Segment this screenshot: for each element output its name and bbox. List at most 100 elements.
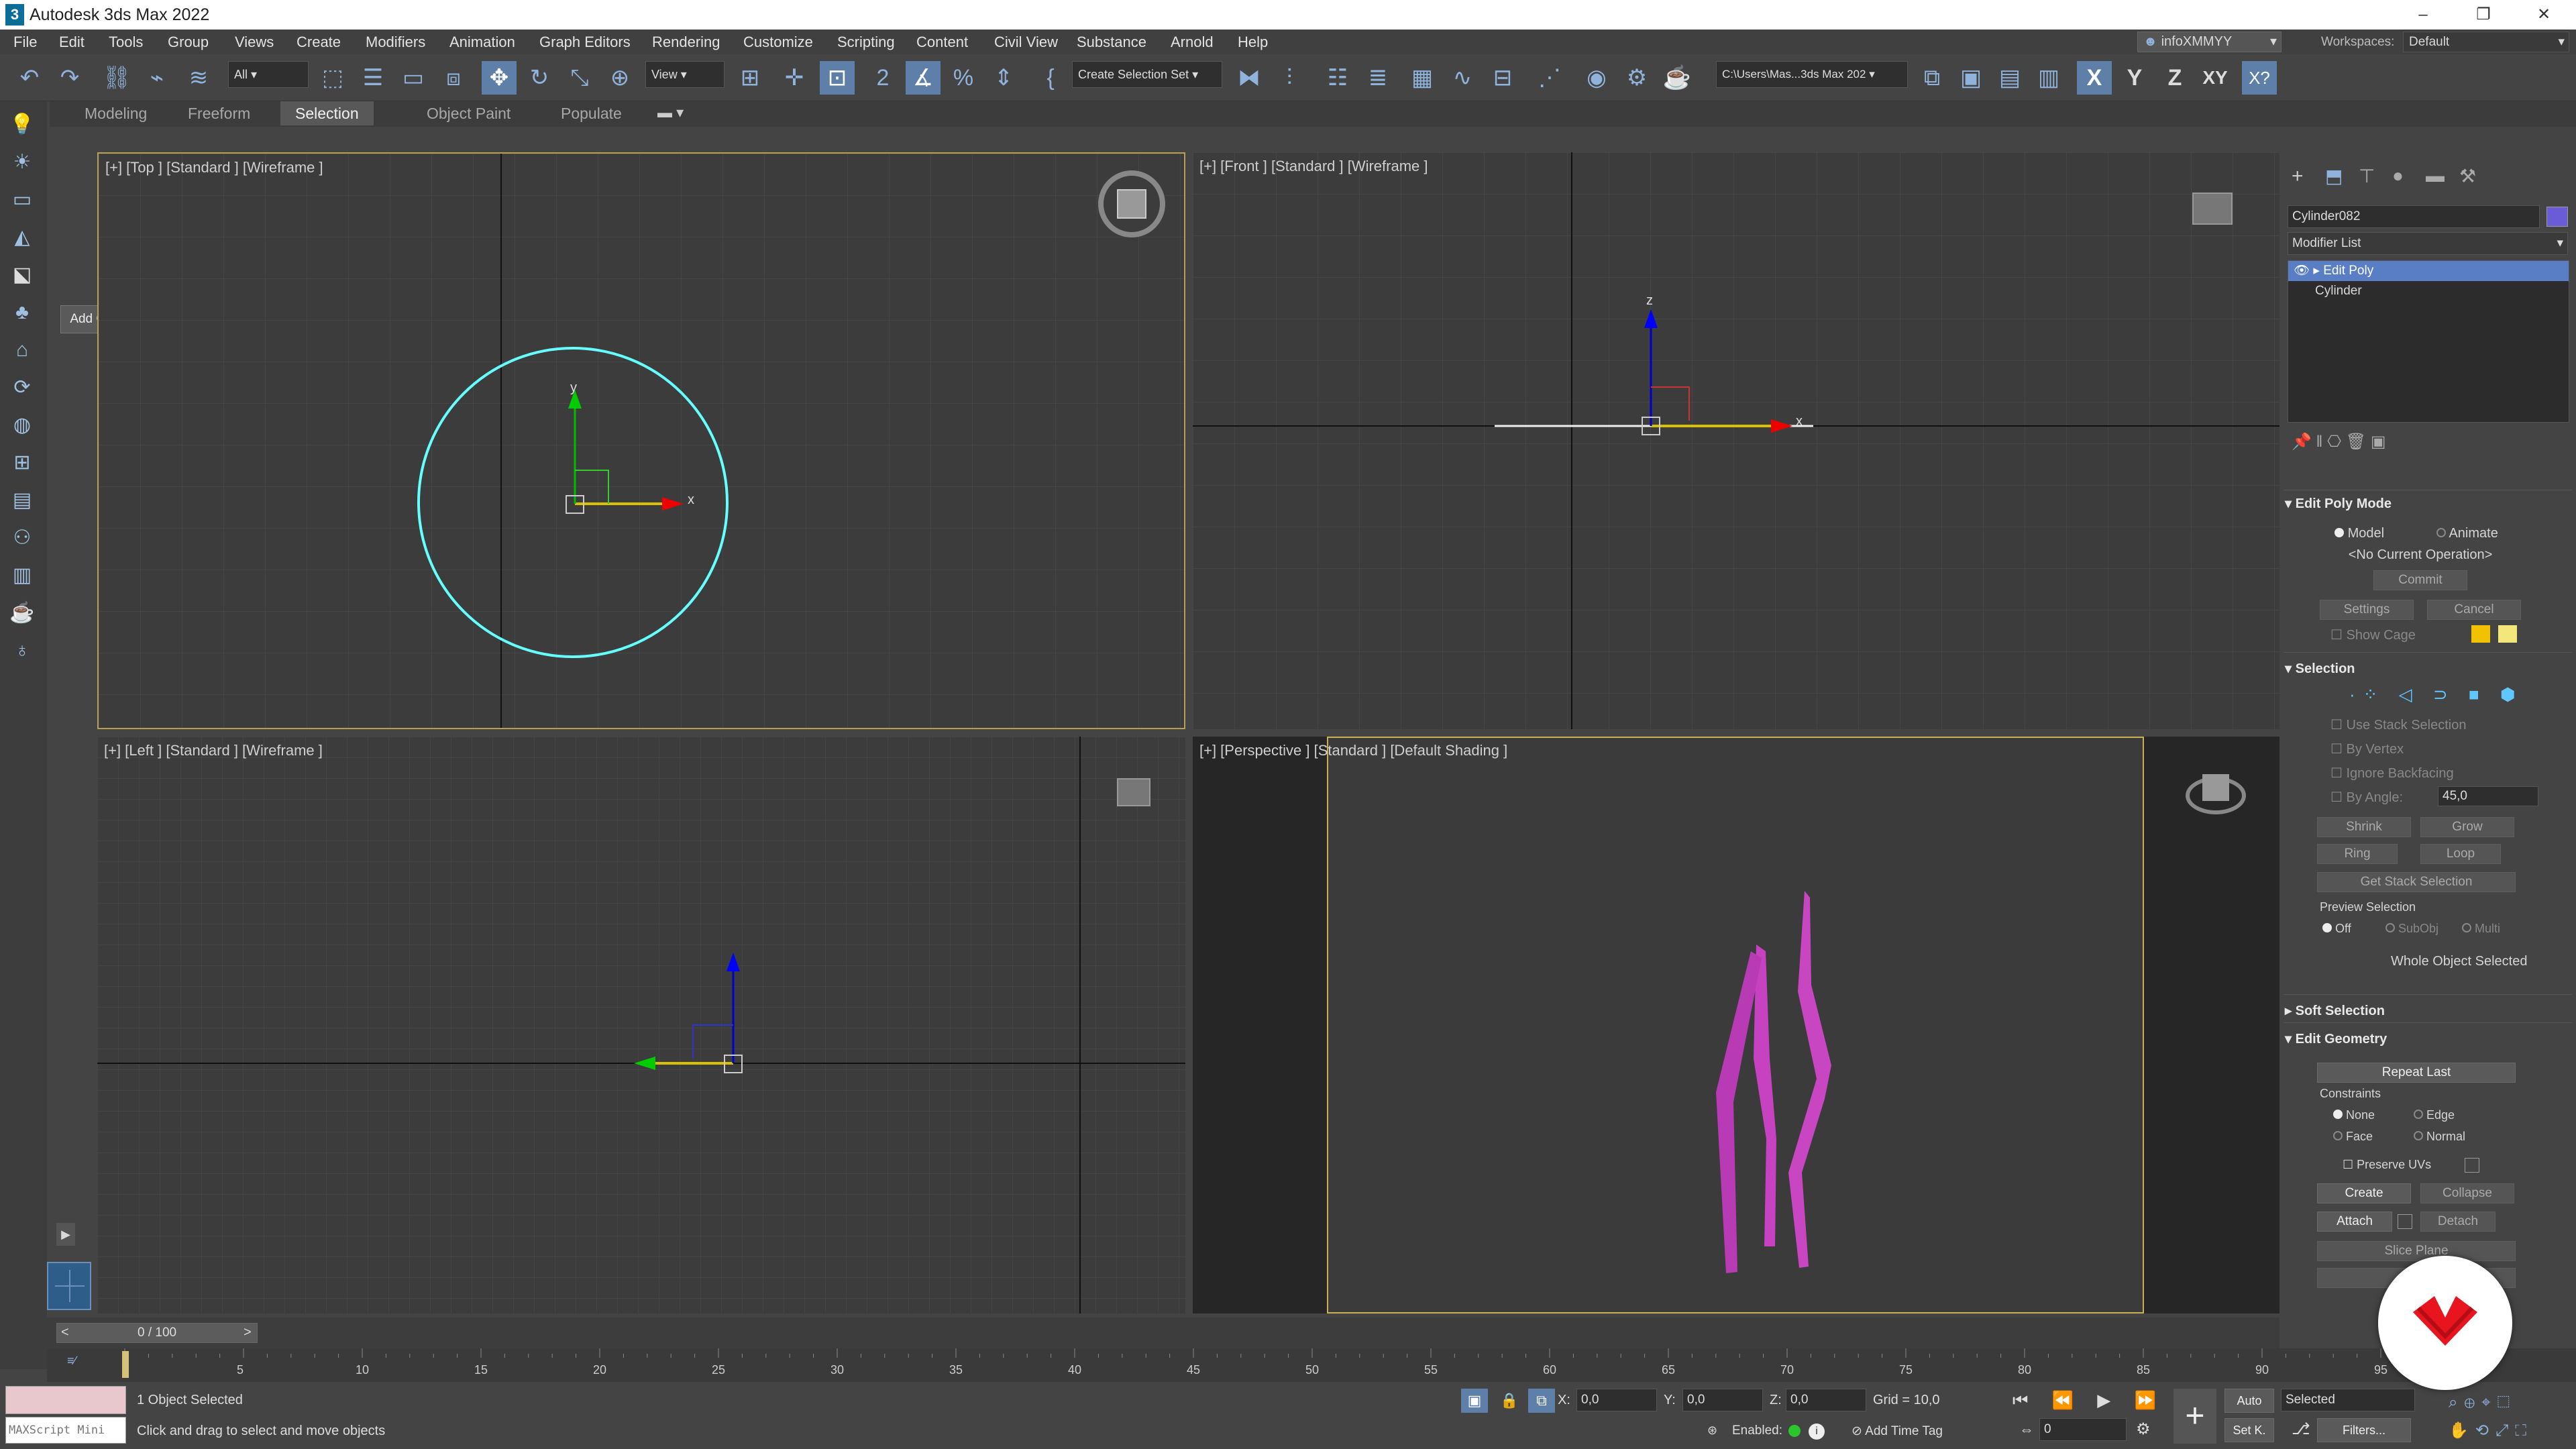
viewcube-compass-icon[interactable] — [1098, 170, 1165, 237]
viewcube-left-icon[interactable] — [1117, 778, 1150, 806]
selection-filter-dropdown[interactable]: All ▾ — [228, 61, 309, 88]
viewport-perspective-label[interactable]: [+] [Perspective ] [Standard ] [Default … — [1199, 742, 1507, 759]
constraint-none-radio[interactable]: None — [2333, 1108, 2375, 1122]
camera-icon[interactable]: ▭ — [8, 186, 36, 214]
select-manipulate-icon[interactable]: ✛ — [777, 61, 812, 95]
absolute-mode-icon[interactable]: ⧉ — [1528, 1389, 1555, 1413]
soft-selection-header[interactable]: ▸ Soft Selection — [2285, 1002, 2385, 1019]
selection-set-dropdown[interactable]: Create Selection Set ▾ — [1072, 61, 1222, 88]
preserve-uvs-settings-icon[interactable] — [2465, 1158, 2479, 1173]
filters-button[interactable]: Filters... — [2317, 1418, 2411, 1442]
layer-explorer-icon[interactable]: ≣ — [1360, 61, 1395, 95]
layout-icon[interactable]: ▥ — [8, 561, 36, 590]
y-coord-input[interactable]: 0,0 — [1682, 1389, 1763, 1411]
enabled-indicator-icon[interactable] — [1788, 1425, 1801, 1437]
menu-rendering[interactable]: Rendering — [652, 30, 720, 54]
selection-header[interactable]: ▾ Selection — [2285, 660, 2355, 677]
model-radio[interactable]: Model — [2334, 526, 2384, 541]
menu-edit[interactable]: Edit — [59, 30, 85, 54]
menu-tools[interactable]: Tools — [109, 30, 143, 54]
window-crossing-icon[interactable]: ⧈ — [436, 61, 471, 95]
grow-button[interactable]: Grow — [2420, 817, 2514, 837]
tab-object-paint[interactable]: Object Paint — [412, 101, 525, 125]
place-icon[interactable]: ⊕ — [602, 61, 637, 95]
set-key-button[interactable]: Set K. — [2224, 1418, 2274, 1442]
menu-content[interactable]: Content — [916, 30, 968, 54]
by-angle-checkbox[interactable]: ☐ By Angle: — [2330, 789, 2403, 806]
pin-stack-icon[interactable]: 📌 ‖ ⎔ 🗑 ▣ — [2292, 432, 2386, 451]
viewport-left-label[interactable]: [+] [Left ] [Standard ] [Wireframe ] — [104, 742, 323, 759]
edit-named-sets-icon[interactable]: { — [1033, 61, 1068, 95]
spotlight-icon[interactable]: ◭ — [8, 223, 36, 252]
use-stack-selection-checkbox[interactable]: ☐ Use Stack Selection — [2330, 716, 2466, 733]
repeat-last-button[interactable]: Repeat Last — [2317, 1063, 2516, 1083]
viewport-perspective[interactable]: [+] [Perspective ] [Standard ] [Default … — [1193, 737, 2279, 1313]
cproxy-icon[interactable]: ⬕ — [8, 261, 36, 289]
cancel-button[interactable]: Cancel — [2427, 600, 2521, 620]
toggle-ribbon-icon[interactable]: ▦ — [1405, 61, 1440, 95]
subobject-level-icons[interactable]: ·⁘ ◁ ⊃ ■ ⬢ — [2349, 684, 2524, 705]
object-name-field[interactable]: Cylinder082 — [2288, 205, 2540, 228]
panel-icon[interactable]: ▤ — [8, 486, 36, 515]
preview-off-radio[interactable]: Off — [2322, 922, 2351, 936]
object-color-swatch[interactable] — [2546, 207, 2568, 227]
constraint-face-radio[interactable]: Face — [2333, 1130, 2373, 1144]
axis-y-button[interactable]: Y — [2117, 61, 2152, 95]
account-dropdown[interactable]: ☻ infoXMMYY ▾ — [2137, 32, 2282, 52]
cage-color-swatch[interactable] — [2471, 625, 2490, 643]
group-icon[interactable]: ⚇ — [8, 524, 36, 552]
sphere-icon[interactable]: ◍ — [8, 411, 36, 439]
x-coord-input[interactable]: 0,0 — [1576, 1389, 1657, 1411]
project-folder-icon[interactable]: ⧉ — [1915, 61, 1949, 95]
scatter-icon[interactable]: ⌂ — [8, 336, 36, 364]
mini-curve-icon[interactable]: ≡∕ — [67, 1354, 76, 1368]
bind-spacewarp-icon[interactable]: ≋ — [181, 61, 216, 95]
slider-next-icon[interactable]: > — [244, 1325, 252, 1340]
edit-poly-mode-header[interactable]: ▾ Edit Poly Mode — [2285, 495, 2392, 512]
move-icon[interactable]: ✥ — [482, 61, 517, 95]
select-by-name-icon[interactable]: ☰ — [356, 61, 390, 95]
get-stack-selection-button[interactable]: Get Stack Selection — [2317, 872, 2516, 892]
create-button[interactable]: Create — [2317, 1183, 2411, 1203]
modify-tab-icon[interactable]: ⬒ — [2325, 165, 2343, 187]
ref-coord-dropdown[interactable]: View ▾ — [645, 61, 724, 88]
add-time-tag[interactable]: ⊘ Add Time Tag — [1851, 1424, 1943, 1439]
time-config-icon[interactable]: ⚙ — [2136, 1419, 2151, 1439]
set-key-big-icon[interactable]: + — [2174, 1389, 2216, 1444]
slider-prev-icon[interactable]: < — [61, 1325, 69, 1340]
maximize-button[interactable]: ❐ — [2462, 0, 2505, 30]
modifier-list-dropdown[interactable]: Modifier List ▾ — [2288, 232, 2568, 255]
utilities-tab-icon[interactable]: ⚒ — [2459, 165, 2476, 187]
select-object-icon[interactable]: ⬚ — [315, 61, 350, 95]
viewcube-perspective-icon[interactable] — [2186, 774, 2246, 814]
key-filters-icon[interactable]: ⎇ — [2292, 1419, 2310, 1439]
key-mode-toggle-icon[interactable]: ⇔ — [2019, 1421, 2034, 1438]
tree-icon[interactable]: ♣ — [8, 299, 36, 327]
render-icon[interactable]: ☕ — [1660, 61, 1695, 95]
settings-button[interactable]: Settings — [2320, 600, 2414, 620]
dope-sheet-icon[interactable]: ⊟ — [1485, 61, 1520, 95]
animate-radio[interactable]: Animate — [2436, 526, 2498, 541]
ignore-backfacing-checkbox[interactable]: ☐ Ignore Backfacing — [2330, 765, 2454, 782]
ribbon-options-icon[interactable]: ▬ ▾ — [657, 104, 684, 121]
axis-x-button[interactable]: X — [2077, 61, 2112, 95]
material-editor-icon[interactable]: ◉ — [1579, 61, 1614, 95]
snaps-toggle-icon[interactable]: 2 — [865, 61, 900, 95]
display-tab-icon[interactable]: ▬ — [2426, 165, 2445, 186]
axis-constraint-toggle-icon[interactable]: X? — [2242, 61, 2277, 95]
expand-triangle-icon[interactable]: ▸ — [2313, 264, 2320, 278]
current-frame-input[interactable]: 0 — [2039, 1418, 2127, 1441]
constraint-normal-radio[interactable]: Normal — [2414, 1130, 2465, 1144]
constraint-edge-radio[interactable]: Edge — [2414, 1108, 2455, 1122]
detach-button[interactable]: Detach — [2420, 1212, 2496, 1232]
isolate-selection-icon[interactable]: ▣ — [1461, 1389, 1488, 1413]
time-cursor[interactable] — [122, 1351, 129, 1378]
menu-substance[interactable]: Substance — [1077, 30, 1146, 54]
edit-geometry-header[interactable]: ▾ Edit Geometry — [2285, 1030, 2387, 1047]
tab-selection[interactable]: Selection — [280, 101, 374, 125]
rotate-icon[interactable]: ↻ — [522, 61, 557, 95]
teapot-icon[interactable]: ☕ — [8, 599, 36, 627]
light-icon[interactable]: 💡 — [8, 111, 36, 139]
hierarchy-tab-icon[interactable]: ⊤ — [2359, 165, 2375, 187]
menu-civil-view[interactable]: Civil View — [994, 30, 1058, 54]
